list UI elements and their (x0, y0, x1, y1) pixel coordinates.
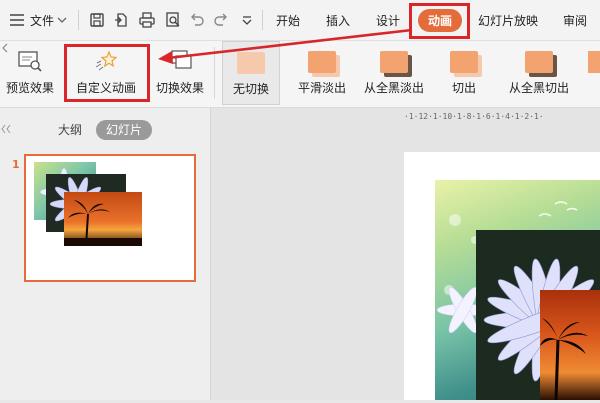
slide-number: 1 (12, 158, 20, 171)
horizontal-ruler: ·1·12·1·10·1·8·1·6·1·4·1·2·1· (404, 112, 544, 121)
slides-pane: 大纲 幻灯片 1 (0, 108, 211, 400)
tab-outline[interactable]: 大纲 (48, 120, 92, 140)
pane-collapse-icon[interactable] (0, 122, 12, 136)
slide-thumbnail[interactable] (24, 154, 196, 282)
thumb-image-3 (64, 192, 142, 247)
slide-page[interactable] (404, 152, 600, 401)
pointer-arrow-icon (158, 28, 413, 64)
slide-image-sunset-palm[interactable] (540, 290, 600, 401)
tab-slides[interactable]: 幻灯片 (96, 120, 153, 140)
